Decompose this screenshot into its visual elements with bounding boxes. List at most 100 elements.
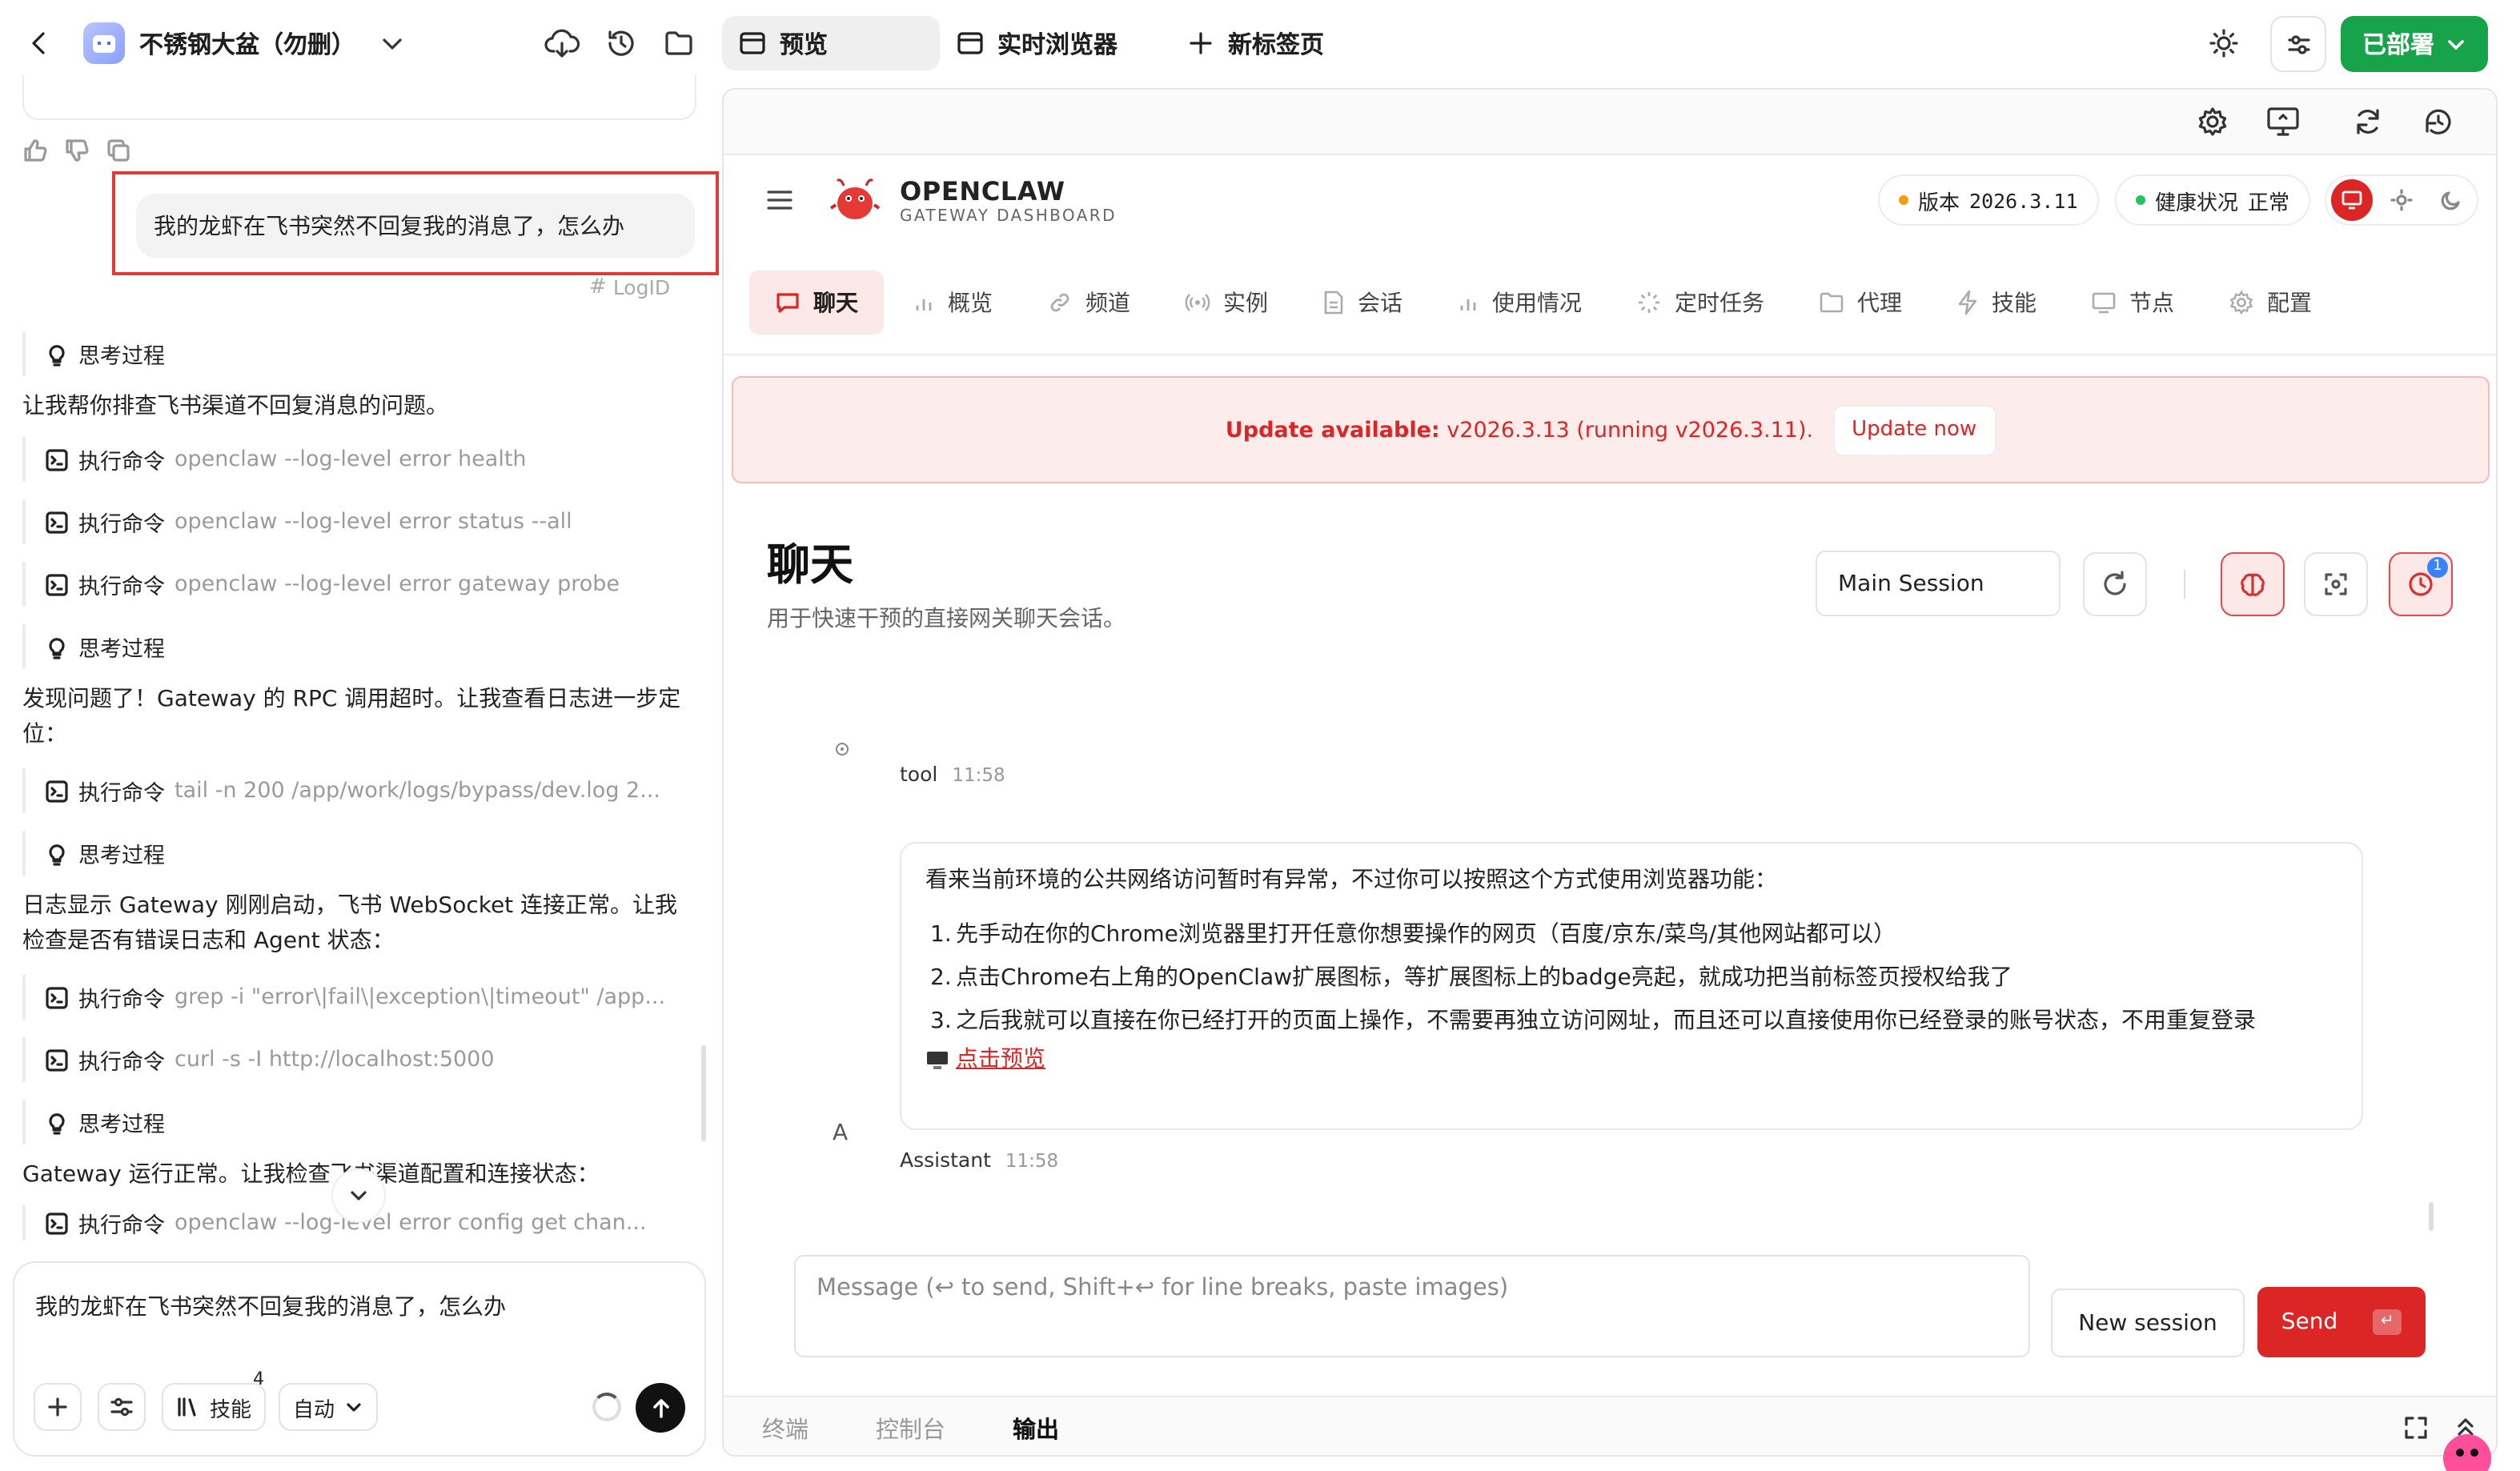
thinking-step[interactable]: 思考过程 (22, 624, 695, 669)
nav-sessions[interactable]: 会话 (1297, 271, 1428, 335)
openclaw-logo-icon (829, 174, 881, 226)
books-icon (178, 1397, 196, 1417)
enter-key-icon: ↵ (2373, 1309, 2402, 1335)
schedule-badge: 1 (2427, 557, 2448, 578)
dashboard-frame: OPENCLAW GATEWAY DASHBOARD 版本 2026.3.11 … (724, 154, 2496, 1394)
refresh-icon[interactable] (2352, 106, 2384, 138)
chevron-down-icon[interactable] (379, 30, 405, 56)
nav-config[interactable]: 配置 (2203, 271, 2337, 335)
status-dot (1899, 195, 1908, 205)
page-title: 聊天 (767, 541, 853, 591)
tab-live-browser[interactable]: 实时浏览器 (940, 16, 1134, 70)
assistant-intro: 看来当前环境的公共网络访问暂时有异常，不过你可以按照这个方式使用浏览器功能： (925, 868, 1777, 893)
nav-usage[interactable]: 使用情况 (1431, 271, 1607, 335)
thinking-step[interactable]: 思考过程 (22, 1100, 695, 1144)
plus-icon (1190, 32, 1212, 54)
command-step[interactable]: 执行命令 openclaw --log-level error health (22, 437, 695, 482)
preview-link[interactable]: 点击预览 (956, 1044, 1045, 1076)
health-pill: 健康状况 正常 (2115, 174, 2311, 226)
dark-theme-button[interactable] (2430, 179, 2472, 221)
project-title[interactable]: 不锈钢大盆（勿删） (139, 27, 355, 61)
assistant-message-meta: Assistant 11:58 (900, 1148, 1059, 1172)
add-button[interactable] (34, 1383, 82, 1431)
thumbs-down-icon[interactable] (64, 138, 90, 163)
nav-channels[interactable]: 频道 (1021, 271, 1156, 335)
settings-sliders-button[interactable] (2270, 16, 2326, 72)
nav-instances[interactable]: 实例 (1159, 271, 1294, 335)
sync-icon[interactable] (2422, 106, 2454, 138)
sliders-icon (2287, 34, 2309, 54)
thumbs-up-icon[interactable] (22, 138, 48, 163)
bar-chart-icon (1460, 299, 1476, 311)
nav-cron[interactable]: 定时任务 (1611, 271, 1790, 335)
back-arrow-icon[interactable] (26, 27, 54, 59)
send-message-button[interactable]: Send ↵ (2257, 1287, 2426, 1357)
thinking-step[interactable]: 思考过程 (22, 331, 695, 376)
nav-chat[interactable]: 聊天 (749, 271, 884, 335)
brain-toggle-button[interactable] (2221, 552, 2285, 616)
nav-nodes[interactable]: 节点 (2065, 271, 2200, 335)
agent-text: 发现问题了！Gateway 的 RPC 调用超时。让我查看日志进一步定位： (22, 687, 681, 748)
fullscreen-icon[interactable] (2405, 1417, 2427, 1439)
log-id[interactable]: # LogID (589, 275, 670, 299)
settings-gear-icon[interactable] (2197, 106, 2229, 138)
preview-panel: OPENCLAW GATEWAY DASHBOARD 版本 2026.3.11 … (722, 88, 2498, 1457)
chat-panel: 我的龙虾在飞书突然不回复我的消息了，怎么办 # LogID 思考过程 让我帮你排… (0, 75, 722, 1471)
hamburger-menu-icon[interactable] (765, 187, 794, 213)
copy-icon[interactable] (106, 138, 131, 163)
link-icon (1050, 293, 1069, 312)
update-text: Update available: v2026.3.13 (running v2… (1225, 417, 1814, 443)
session-select[interactable]: Main Session (1816, 551, 2061, 616)
tab-output[interactable]: 输出 (1013, 1411, 1059, 1445)
command-step[interactable]: 执行命令 openclaw --log-level error status -… (22, 499, 695, 544)
tab-new[interactable]: 新标签页 (1170, 16, 1340, 70)
refresh-session-button[interactable] (2083, 552, 2147, 616)
messages-scrollbar[interactable] (2429, 1202, 2434, 1231)
status-dot (2136, 195, 2145, 205)
mode-select[interactable]: 自动 (279, 1383, 379, 1431)
nav-agents[interactable]: 代理 (1793, 271, 1928, 335)
tool-avatar-icon (834, 741, 850, 757)
monitor-theme-button[interactable] (2331, 179, 2373, 221)
focus-button[interactable] (2304, 552, 2368, 616)
folder-icon[interactable] (663, 27, 695, 59)
loader-icon (1639, 292, 1659, 313)
loading-spinner-icon (592, 1393, 621, 1421)
new-session-button[interactable]: New session (2051, 1289, 2245, 1357)
skills-button[interactable]: 技能 (162, 1383, 267, 1431)
sun-icon[interactable] (2208, 27, 2240, 59)
history-icon[interactable] (605, 27, 637, 59)
document-icon (1324, 291, 1343, 315)
light-theme-button[interactable] (2381, 179, 2422, 221)
command-step[interactable]: 执行命令 openclaw --log-level error gateway … (22, 562, 695, 607)
tab-terminal[interactable]: 终端 (762, 1411, 809, 1445)
cloud-upload-icon[interactable] (544, 26, 580, 61)
browser-window-icon (957, 32, 983, 54)
command-step[interactable]: 执行命令 grep -i "error\|fail\|exception\|ti… (22, 975, 695, 1020)
composer-input[interactable]: 我的龙虾在飞书突然不回复我的消息了，怎么办 (35, 1290, 506, 1322)
nav-skills[interactable]: 技能 (1931, 271, 2062, 335)
terminal-icon (46, 1048, 68, 1071)
composer: 我的龙虾在飞书突然不回复我的消息了，怎么办 技能 4 自动 (13, 1261, 706, 1457)
refresh-icon (2104, 571, 2126, 595)
tab-preview[interactable]: 预览 (722, 16, 940, 70)
terminal-icon (46, 511, 68, 533)
monitor-icon[interactable] (2265, 106, 2301, 138)
left-scrollbar[interactable] (701, 1045, 706, 1141)
command-step[interactable]: 执行命令 tail -n 200 /app/work/logs/bypass/d… (22, 768, 695, 813)
deploy-button[interactable]: 已部署 (2341, 16, 2488, 72)
options-button[interactable] (98, 1383, 146, 1431)
broadcast-icon (1185, 294, 1210, 311)
brain-icon (2241, 573, 2265, 596)
chevron-down-icon (351, 1191, 367, 1200)
command-step[interactable]: 执行命令 curl -s -I http://localhost:5000 (22, 1037, 695, 1082)
terminal-icon (46, 1212, 68, 1234)
scroll-down-button[interactable] (331, 1168, 386, 1223)
chevron-down-icon (347, 1403, 361, 1412)
thinking-step[interactable]: 思考过程 (22, 831, 695, 876)
tab-console[interactable]: 控制台 (876, 1411, 945, 1445)
nav-overview[interactable]: 概览 (887, 271, 1018, 335)
message-input[interactable]: Message (↩ to send, Shift+↩ for line bre… (794, 1255, 2030, 1357)
update-now-button[interactable]: Update now (1832, 404, 1996, 455)
send-button[interactable] (636, 1383, 685, 1433)
